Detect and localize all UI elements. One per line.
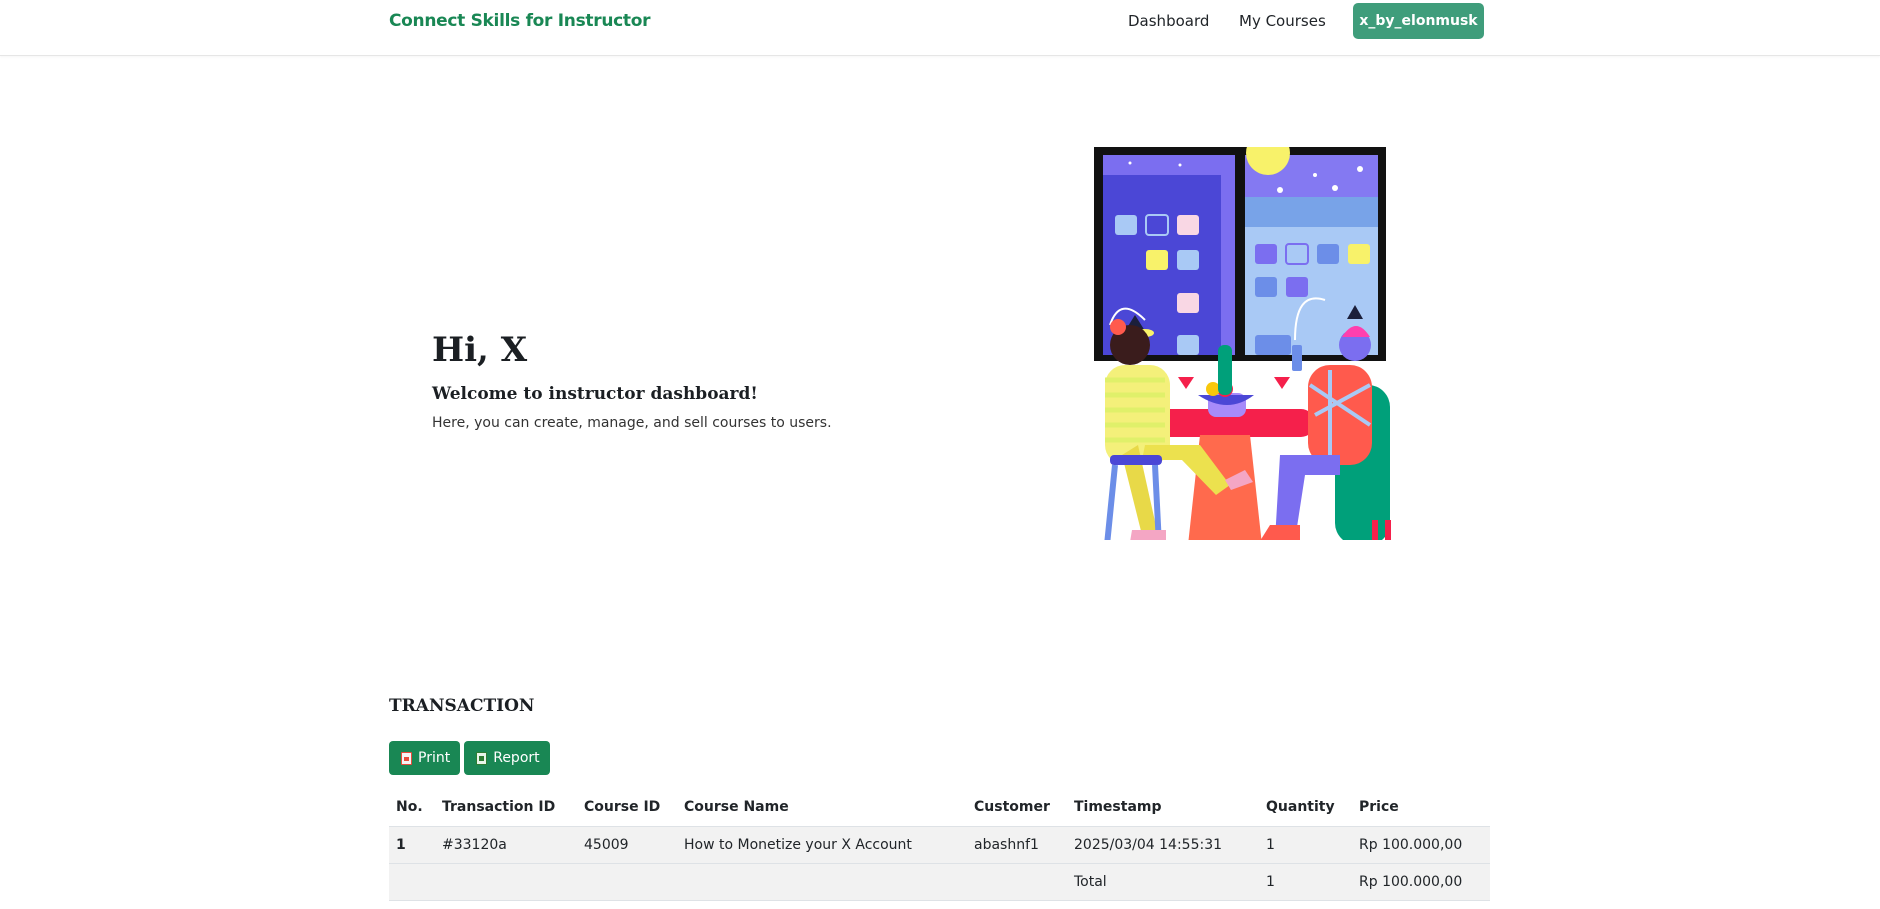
- transaction-actions: Print Report: [389, 741, 550, 775]
- cell-course-id: 45009: [577, 826, 677, 864]
- empty-cell: [577, 863, 677, 901]
- table-total-row: Total 1 Rp 100.000,00: [389, 863, 1490, 901]
- total-label: Total: [1067, 863, 1259, 901]
- report-button[interactable]: Report: [464, 741, 550, 775]
- table-header-row: No. Transaction ID Course ID Course Name…: [389, 789, 1490, 827]
- pdf-icon: [401, 751, 412, 765]
- total-price: Rp 100.000,00: [1352, 863, 1490, 901]
- column-header: Price: [1352, 789, 1490, 827]
- hero-subtitle: Welcome to instructor dashboard!: [432, 384, 758, 404]
- column-header: Quantity: [1259, 789, 1352, 827]
- transaction-section-title: TRANSACTION: [389, 696, 535, 716]
- hero-illustration: [1094, 145, 1391, 540]
- hero-description: Here, you can create, manage, and sell c…: [432, 415, 832, 431]
- column-header: Timestamp: [1067, 789, 1259, 827]
- nav-my-courses[interactable]: My Courses: [1239, 12, 1326, 30]
- excel-icon: [476, 751, 488, 765]
- print-button-label: Print: [418, 750, 451, 766]
- print-button[interactable]: Print: [389, 741, 461, 775]
- cell-course-name: How to Monetize your X Account: [677, 826, 967, 864]
- column-header: Course ID: [577, 789, 677, 827]
- empty-cell: [677, 863, 967, 901]
- cell-price: Rp 100.000,00: [1352, 826, 1490, 864]
- cell-no: 1: [389, 826, 435, 864]
- cell-timestamp: 2025/03/04 14:55:31: [1067, 826, 1259, 864]
- hero-greeting: Hi, X: [432, 330, 528, 370]
- report-button-label: Report: [493, 750, 540, 766]
- cell-transaction-id: #33120a: [435, 826, 577, 864]
- column-header: No.: [389, 789, 435, 827]
- column-header: Transaction ID: [435, 789, 577, 827]
- empty-cell: [435, 863, 577, 901]
- user-menu-button[interactable]: x_by_elonmusk: [1353, 3, 1484, 39]
- cell-customer: abashnf1: [967, 826, 1067, 864]
- column-header: Course Name: [677, 789, 967, 827]
- brand-logo[interactable]: Connect Skills for Instructor: [389, 11, 650, 31]
- cell-quantity: 1: [1259, 826, 1352, 864]
- table-row: 1 #33120a 45009 How to Monetize your X A…: [389, 826, 1490, 864]
- empty-cell: [967, 863, 1067, 901]
- transaction-table: No. Transaction ID Course ID Course Name…: [389, 789, 1490, 901]
- column-header: Customer: [967, 789, 1067, 827]
- nav-dashboard[interactable]: Dashboard: [1128, 12, 1209, 30]
- top-navbar: Connect Skills for Instructor Dashboard …: [0, 0, 1880, 56]
- empty-cell: [389, 863, 435, 901]
- total-quantity: 1: [1259, 863, 1352, 901]
